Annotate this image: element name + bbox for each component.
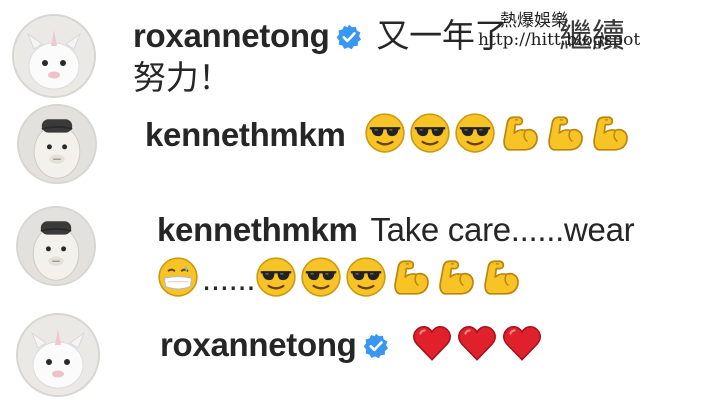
sunglasses-face-emoji <box>454 112 496 154</box>
comment-username[interactable]: roxannetong <box>160 326 357 363</box>
comment-username[interactable]: kennethmkm <box>145 116 346 153</box>
red-heart-emoji <box>501 322 543 364</box>
plush-unicorn-avatar[interactable] <box>16 313 100 397</box>
comment-text: Take care......wear <box>370 211 635 248</box>
watermark-url: http://hitt.blogspot <box>478 30 641 50</box>
comment-text-continued: 努力！ <box>133 59 232 96</box>
verified-badge-icon <box>336 19 362 45</box>
sunglasses-face-emoji <box>409 112 451 154</box>
verified-badge-icon <box>363 328 389 354</box>
flexed-biceps-emoji <box>435 256 477 298</box>
flexed-biceps-emoji <box>480 256 522 298</box>
comment-username[interactable]: kennethmkm <box>157 211 358 248</box>
flexed-biceps-emoji <box>390 256 432 298</box>
plush-toy-avatar[interactable] <box>16 206 96 286</box>
flexed-biceps-emoji <box>589 112 631 154</box>
sunglasses-face-emoji <box>255 256 297 298</box>
comment-username[interactable]: roxannetong <box>133 17 330 54</box>
flexed-biceps-emoji <box>499 112 541 154</box>
red-heart-emoji <box>411 322 453 364</box>
red-heart-emoji <box>456 322 498 364</box>
mask-face-emoji <box>157 256 199 298</box>
sunglasses-face-emoji <box>364 112 406 154</box>
watermark-title: 熱爆娛樂 <box>500 11 568 31</box>
plush-unicorn-avatar[interactable] <box>12 14 96 98</box>
sunglasses-face-emoji <box>300 256 342 298</box>
sunglasses-face-emoji <box>345 256 387 298</box>
flexed-biceps-emoji <box>544 112 586 154</box>
plush-toy-avatar[interactable] <box>17 104 97 184</box>
comment-text-dots: ...... <box>202 260 256 297</box>
